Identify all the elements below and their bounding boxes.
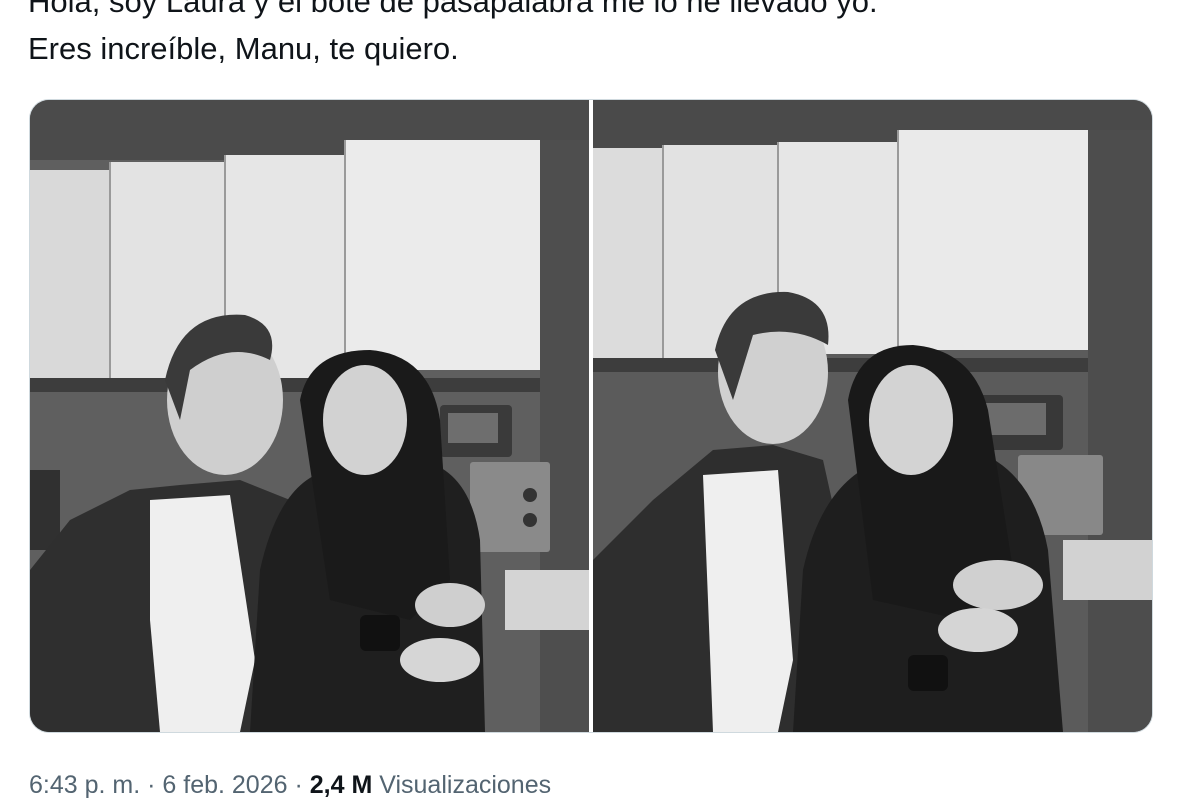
photo-2[interactable] — [593, 100, 1152, 732]
tweet-text: Hola, soy Laura y el bote de pasapalabra… — [28, 0, 1178, 72]
views-count[interactable]: 2,4 M — [310, 771, 373, 799]
meta-separator-1: · — [147, 771, 156, 799]
tweet: Hola, soy Laura y el bote de pasapalabra… — [0, 0, 1200, 800]
meta-separator-2: · — [294, 771, 303, 799]
views-label[interactable]: Visualizaciones — [379, 771, 551, 799]
tweet-meta: 6:43 p. m. · 6 feb. 2026 · 2,4 M Visuali… — [29, 765, 551, 805]
photo-1[interactable] — [30, 100, 589, 732]
tweet-text-line-1: Hola, soy Laura y el bote de pasapalabra… — [28, 0, 878, 19]
tweet-text-line-2: Eres increíble, Manu, te quiero. — [28, 31, 459, 66]
tweet-time-link[interactable]: 6:43 p. m. — [29, 771, 140, 799]
photo-1-image — [30, 100, 589, 732]
photo-2-image — [593, 100, 1152, 732]
tweet-date-link[interactable]: 6 feb. 2026 — [162, 771, 287, 799]
media-grid — [29, 99, 1153, 733]
